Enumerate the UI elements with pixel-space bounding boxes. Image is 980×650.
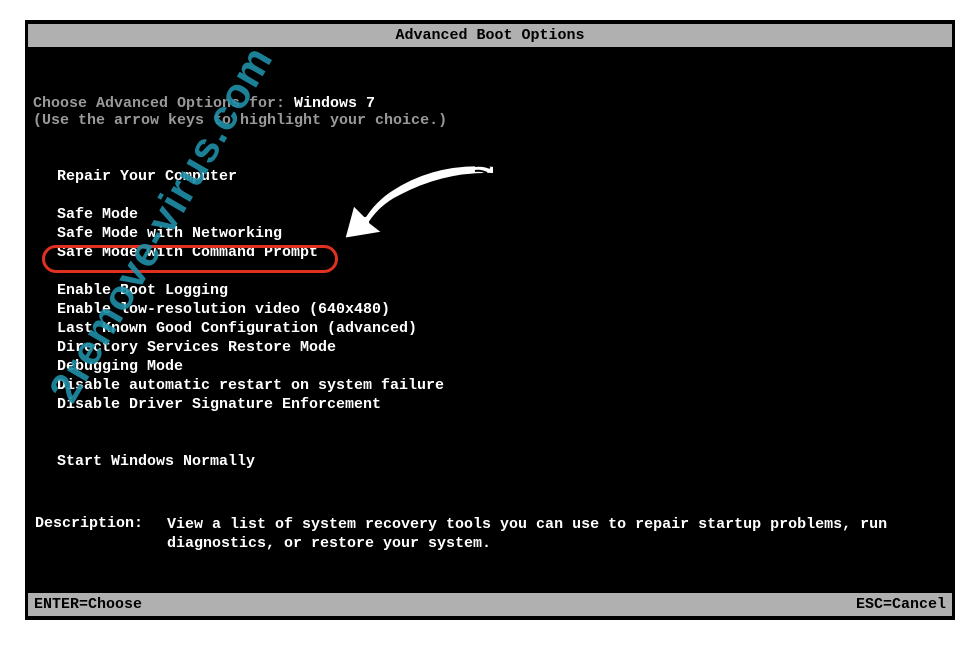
boot-menu[interactable]: Repair Your Computer Safe Mode Safe Mode… [57,167,947,471]
description-text: View a list of system recovery tools you… [167,515,947,553]
os-name: Windows 7 [294,95,375,112]
footer-esc: ESC=Cancel [856,596,946,613]
menu-spacer [57,414,947,433]
menu-spacer [57,262,947,281]
description-row: Description: View a list of system recov… [35,515,947,553]
menu-item-noautorestart[interactable]: Disable automatic restart on system fail… [57,376,947,395]
prompt-prefix: Choose Advanced Options for: [33,95,294,112]
content-area: Choose Advanced Options for: Windows 7 (… [25,95,955,553]
menu-item-safemode-cmd[interactable]: Safe Mode with Command Prompt [57,243,947,262]
hint-line: (Use the arrow keys to highlight your ch… [33,112,947,129]
description-label: Description: [35,515,167,553]
menu-item-normal[interactable]: Start Windows Normally [57,452,947,471]
menu-item-dsrm[interactable]: Directory Services Restore Mode [57,338,947,357]
footer-enter: ENTER=Choose [34,596,142,613]
menu-item-safemode-net[interactable]: Safe Mode with Networking [57,224,947,243]
prompt-line: Choose Advanced Options for: Windows 7 [33,95,947,112]
menu-spacer [57,433,947,452]
menu-spacer [57,186,947,205]
menu-item-debug[interactable]: Debugging Mode [57,357,947,376]
page-title: Advanced Boot Options [395,27,584,44]
menu-item-bootlog[interactable]: Enable Boot Logging [57,281,947,300]
title-bar: Advanced Boot Options [28,24,952,47]
footer-bar: ENTER=Choose ESC=Cancel [28,593,952,616]
menu-item-safemode[interactable]: Safe Mode [57,205,947,224]
menu-item-nodriversig[interactable]: Disable Driver Signature Enforcement [57,395,947,414]
boot-screen: Advanced Boot Options Choose Advanced Op… [25,20,955,620]
menu-item-repair[interactable]: Repair Your Computer [57,167,947,186]
menu-item-lastknown[interactable]: Last Known Good Configuration (advanced) [57,319,947,338]
menu-item-lowres[interactable]: Enable low-resolution video (640x480) [57,300,947,319]
